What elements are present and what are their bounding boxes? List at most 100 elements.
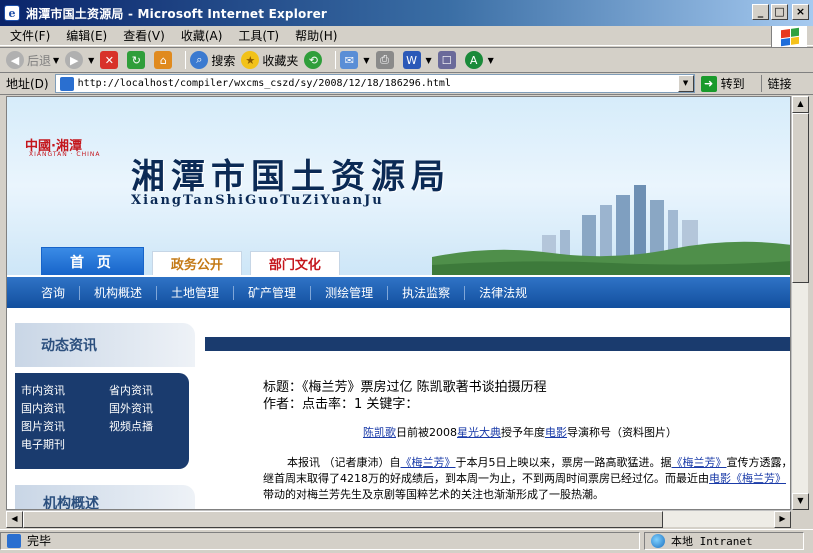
mail-button[interactable]: ✉ ▼	[340, 51, 370, 69]
stop-icon: ✕	[100, 51, 119, 69]
page-done-icon	[7, 533, 21, 548]
menu-help[interactable]: 帮助(H)	[289, 27, 343, 44]
refresh-button[interactable]: ↻	[127, 51, 148, 69]
sidebar-item-photo-news[interactable]: 图片资讯	[21, 419, 109, 435]
image-caption: 陈凯歌日前被2008星光大典授予年度电影导演称号（资料图片）	[363, 425, 790, 441]
site-logo-sub: XIANGTAN · CHINA	[29, 151, 101, 158]
scroll-down-button[interactable]: ▼	[792, 493, 809, 510]
nav-survey[interactable]: 测绘管理	[311, 285, 389, 300]
mail-icon: ✉	[340, 51, 359, 69]
nav-law[interactable]: 法律法规	[465, 286, 541, 300]
address-label: 地址(D)	[6, 77, 49, 91]
print-button[interactable]: ⎙	[375, 51, 397, 69]
body-text: 带动的对梅兰芳先生及京剧等国粹艺术的关注也渐渐形成了一股热潮。	[263, 488, 604, 501]
security-zone[interactable]: 本地 Intranet	[644, 531, 804, 550]
article: 标题：《梅兰芳》票房过亿 陈凯歌著书谈拍摄历程 作者：点击率：1 关键字： 陈凯…	[263, 379, 790, 503]
back-arrow-icon: ◀	[6, 51, 24, 69]
address-input[interactable]: http://localhost/compiler/wxcms_cszd/sy/…	[54, 74, 695, 93]
back-label: 后退	[27, 53, 52, 68]
link-movie[interactable]: 电影	[545, 426, 567, 439]
scroll-up-button[interactable]: ▲	[792, 96, 809, 113]
stop-button[interactable]: ✕	[100, 51, 121, 69]
nav-land[interactable]: 土地管理	[157, 285, 235, 300]
nav-mineral[interactable]: 矿产管理	[234, 285, 312, 300]
messenger-button[interactable]: A ▼	[464, 51, 494, 69]
edit-button[interactable]: W ▼	[402, 51, 432, 69]
site-tabs: 首 页 政务公开 部门文化	[41, 247, 348, 275]
horizontal-scroll-thumb[interactable]	[23, 511, 663, 528]
vertical-scrollbar[interactable]: ▲ ▼	[791, 96, 809, 510]
sidebar-item-ejournal[interactable]: 电子期刊	[21, 437, 109, 453]
chevron-down-icon[interactable]: ▼	[426, 56, 432, 65]
vertical-scroll-thumb[interactable]	[792, 113, 809, 283]
nav-organization[interactable]: 机构概述	[80, 285, 158, 300]
menu-tools[interactable]: 工具(T)	[232, 27, 285, 44]
favorites-button[interactable]: ★ 收藏夹	[241, 51, 298, 69]
sidebar-item-province-news[interactable]: 省内资讯	[109, 383, 189, 399]
close-button[interactable]: ×	[792, 4, 809, 20]
article-meta: 作者：点击率：1 关键字：	[263, 397, 419, 412]
scroll-left-button[interactable]: ◀	[6, 511, 23, 528]
discuss-icon: ☐	[437, 51, 456, 69]
menu-file[interactable]: 文件(F)	[4, 27, 56, 44]
caption-text: 授予年度	[501, 426, 545, 439]
page-viewport: 中國·湘潭 XIANGTAN · CHINA 湘潭市国土资源局 XiangTan…	[6, 96, 791, 510]
menu-favorites[interactable]: 收藏(A)	[175, 27, 229, 44]
discuss-button[interactable]: ☐	[437, 51, 459, 69]
word-icon: W	[402, 51, 421, 69]
link-mei-lanfang[interactable]: 《梅兰芳》	[672, 456, 727, 469]
menu-bar: 文件(F) 编辑(E) 查看(V) 收藏(A) 工具(T) 帮助(H)	[0, 26, 813, 48]
sidebar-item-video[interactable]: 视频点播	[109, 419, 189, 435]
link-chen-kaige[interactable]: 陈凯歌	[363, 426, 396, 439]
page-icon	[59, 76, 74, 91]
body-text: 本报讯 （记者康沛）自	[287, 456, 401, 469]
chevron-down-icon[interactable]: ▼	[677, 75, 694, 92]
nav-enforcement[interactable]: 执法监察	[388, 285, 466, 300]
chevron-down-icon[interactable]: ▼	[53, 56, 59, 65]
link-mei-lanfang[interactable]: 《梅兰芳》	[401, 456, 456, 469]
history-button[interactable]: ⟲	[304, 51, 325, 69]
maximize-button[interactable]: □	[771, 4, 788, 20]
history-icon: ⟲	[304, 51, 323, 69]
ie-icon: e	[4, 5, 20, 21]
sidebar-news-box: 市内资讯 省内资讯 国内资讯 国外资讯 图片资讯 视频点播 电子期刊	[15, 373, 189, 469]
sidebar-item-foreign-news[interactable]: 国外资讯	[109, 401, 189, 417]
scroll-right-button[interactable]: ▶	[774, 511, 791, 528]
back-button[interactable]: ◀ 后退 ▼	[6, 51, 59, 69]
home-button[interactable]: ⌂	[154, 51, 175, 69]
sidebar-item-domestic-news[interactable]: 国内资讯	[21, 401, 109, 417]
menu-edit[interactable]: 编辑(E)	[60, 27, 113, 44]
tab-department-culture[interactable]: 部门文化	[249, 251, 340, 275]
tab-home[interactable]: 首 页	[41, 247, 144, 275]
menu-view[interactable]: 查看(V)	[117, 27, 171, 44]
chevron-down-icon[interactable]: ▼	[363, 56, 369, 65]
toolbar: ◀ 后退 ▼ ▶ ▼ ✕ ↻ ⌂ ⌕ 搜索 ★ 收藏夹 ⟲ ✉ ▼ ⎙ W ▼ …	[0, 47, 813, 73]
nav-consult[interactable]: 咨询	[27, 285, 81, 300]
forward-button[interactable]: ▶ ▼	[65, 51, 94, 69]
search-button[interactable]: ⌕ 搜索	[190, 51, 235, 69]
star-icon: ★	[241, 51, 260, 69]
sidebar: 动态资讯 市内资讯 省内资讯 国内资讯 国外资讯 图片资讯 视频点播 电子期刊 …	[15, 323, 195, 509]
go-arrow-icon: ➜	[700, 75, 717, 92]
window-titlebar[interactable]: e 湘潭市国土资源局 - Microsoft Internet Explorer…	[0, 0, 813, 26]
zone-text: 本地 Intranet	[671, 534, 753, 548]
sidebar-item-city-news[interactable]: 市内资讯	[21, 383, 109, 399]
window-title: 湘潭市国土资源局 - Microsoft Internet Explorer	[26, 6, 328, 21]
minimize-button[interactable]: _	[752, 4, 769, 20]
site-pinyin: XiangTanShiGuoTuZiYuanJu	[131, 193, 384, 208]
chevron-down-icon[interactable]: ▼	[88, 56, 94, 65]
tab-government-affairs[interactable]: 政务公开	[151, 251, 242, 275]
print-icon: ⎙	[375, 51, 394, 69]
links-button[interactable]: 链接	[760, 75, 792, 92]
link-movie-mei-lanfang[interactable]: 电影《梅兰芳》	[709, 472, 786, 485]
window-controls: _ □ ×	[752, 4, 809, 20]
horizontal-scrollbar[interactable]: ◀ ▶	[6, 510, 791, 528]
go-button[interactable]: ➜ 转到	[700, 75, 745, 92]
link-star-ceremony[interactable]: 星光大典	[457, 426, 501, 439]
sidebar-heading-organization: 机构概述	[15, 485, 195, 509]
sidebar-heading-news: 动态资讯	[15, 323, 195, 367]
content-header-bar	[205, 337, 790, 351]
chevron-down-icon[interactable]: ▼	[488, 56, 494, 65]
site-navbar: 咨询 机构概述 土地管理 矿产管理 测绘管理 执法监察 法律法规	[7, 277, 790, 308]
url-text[interactable]: http://localhost/compiler/wxcms_cszd/sy/…	[78, 78, 451, 89]
